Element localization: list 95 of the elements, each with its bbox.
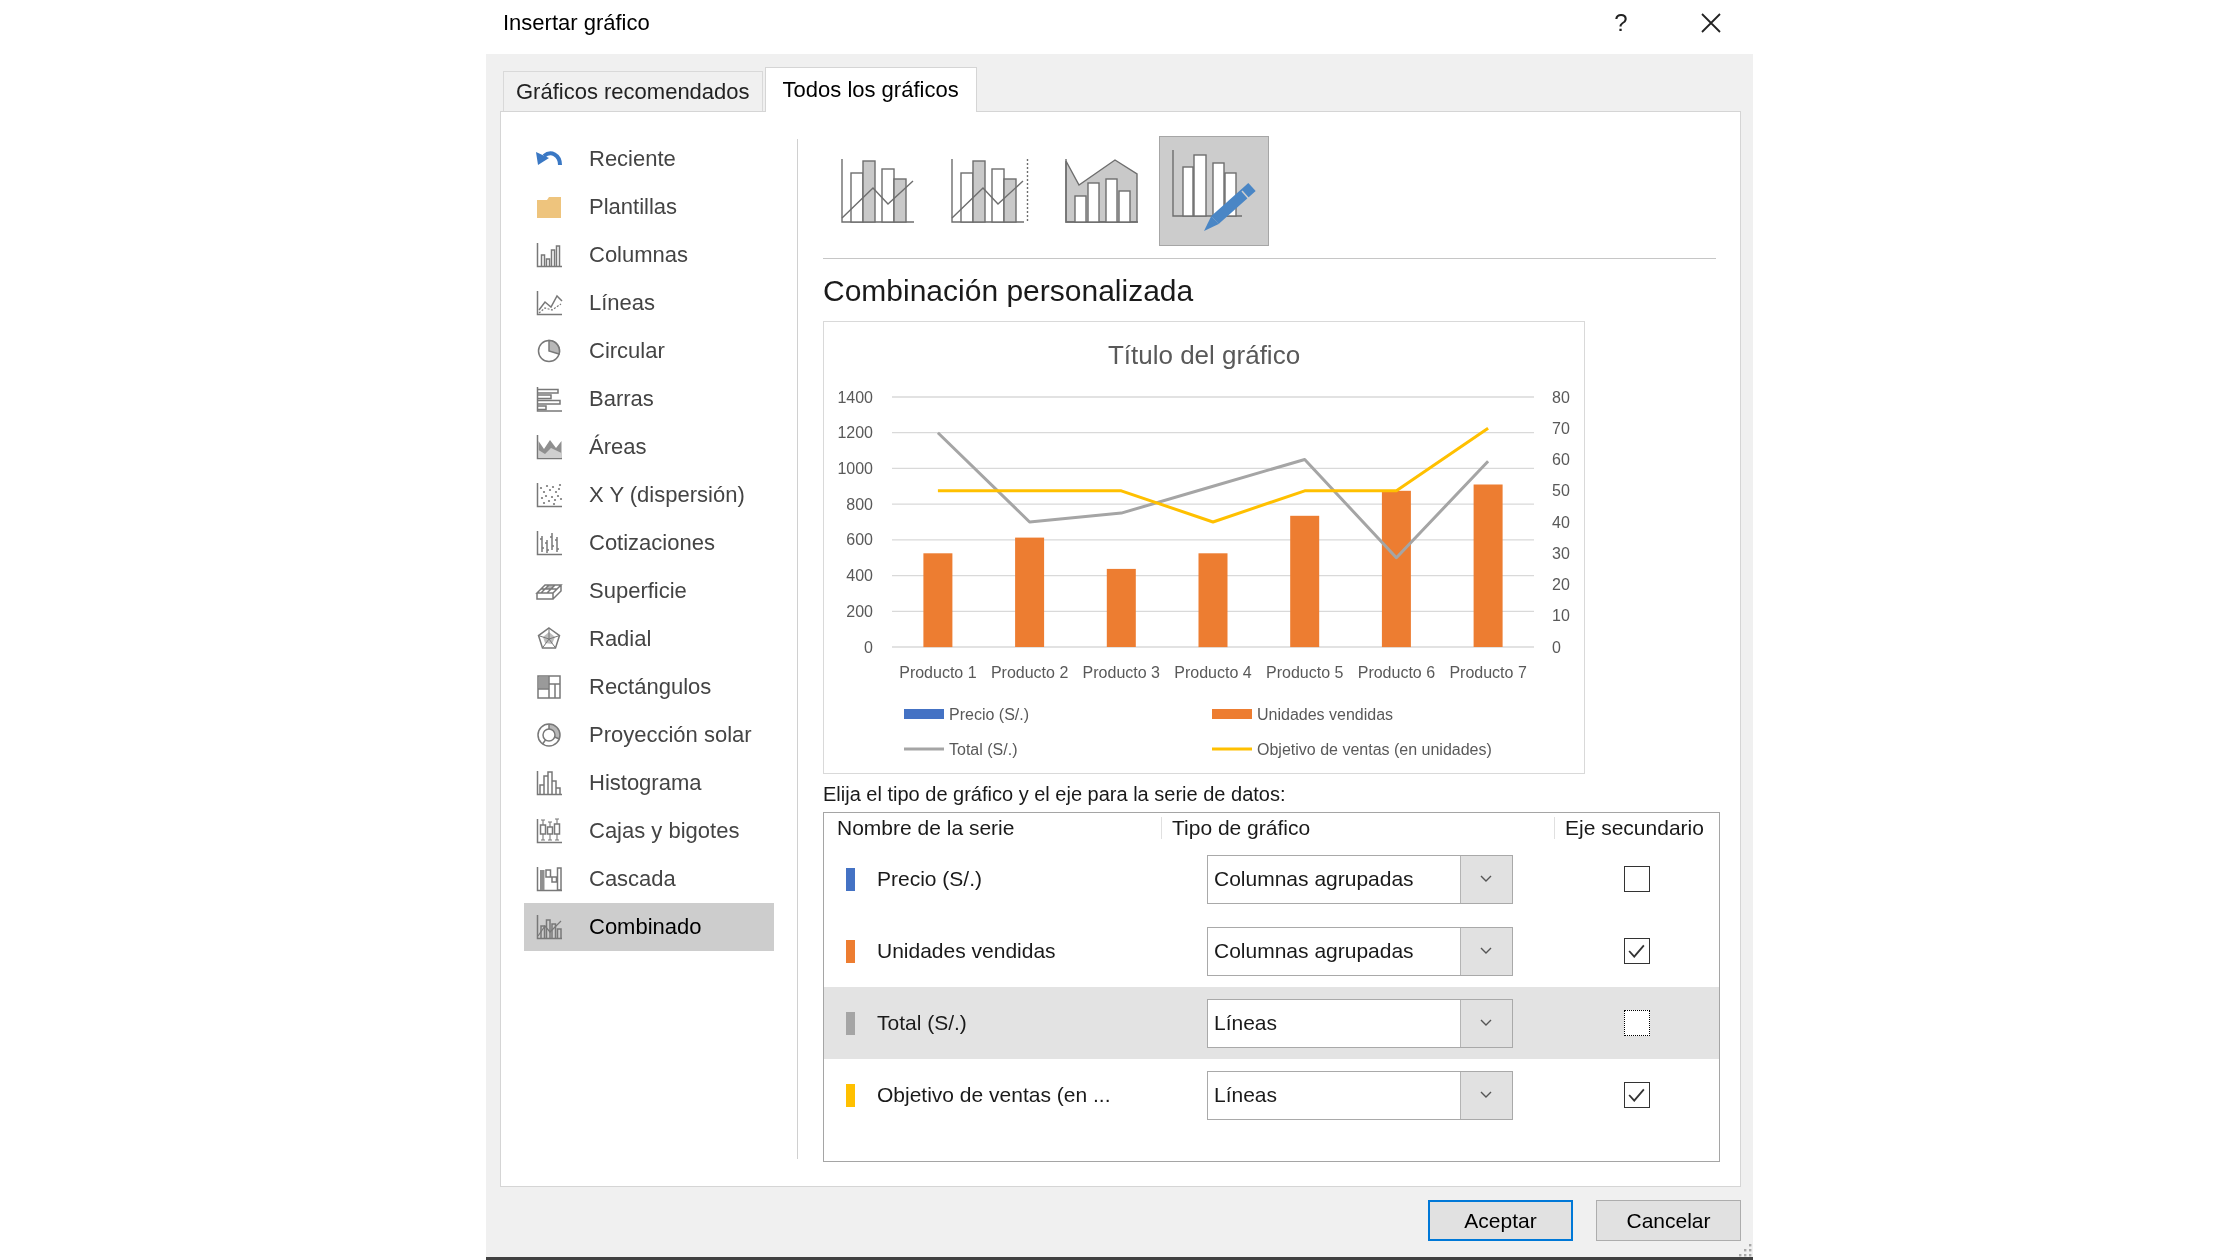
checkbox[interactable] xyxy=(1623,938,1650,964)
legend-label: Total (S/.) xyxy=(949,740,1018,758)
chart-category-item[interactable]: Cascada xyxy=(524,855,774,903)
instruction-text: Elija el tipo de gráfico y el eje para la serie de datos: xyxy=(823,782,1286,807)
axis-label: 40 xyxy=(1552,513,1570,531)
axis-label: 80 xyxy=(1552,388,1570,406)
axis-label: 200 xyxy=(846,602,873,620)
chart-category-item[interactable]: Radial xyxy=(524,615,774,663)
chevron-down-icon xyxy=(1460,927,1512,975)
chart-type-dropdown[interactable]: Líneas xyxy=(1207,998,1513,1048)
chart-category-item[interactable]: Combinado xyxy=(524,903,774,951)
legend-label: Unidades vendidas xyxy=(1257,705,1394,723)
series-name: Objetivo de ventas (en ... xyxy=(877,1082,1111,1108)
axis-label: 1200 xyxy=(837,424,873,442)
chart-category-item[interactable]: X Y (dispersión) xyxy=(524,471,774,519)
axis-label: 600 xyxy=(846,531,873,549)
chart-category-item[interactable]: Cajas y bigotes xyxy=(524,807,774,855)
area-column-chart-icon xyxy=(1065,159,1139,223)
axis-label: 1000 xyxy=(837,459,873,477)
column-chart-icon xyxy=(534,240,564,270)
category-label: Producto 5 xyxy=(1266,664,1344,681)
chart-category-item[interactable]: Superficie xyxy=(524,567,774,615)
column-header: Eje secundario xyxy=(1565,815,1704,841)
chart-category-item[interactable]: Proyección solar xyxy=(524,711,774,759)
chart-category-item[interactable]: Rectángulos xyxy=(524,663,774,711)
axis-label: 70 xyxy=(1552,419,1570,437)
column-header: Nombre de la serie xyxy=(837,815,1015,841)
axis-label: 30 xyxy=(1552,544,1570,562)
dialog-button[interactable]: Cancelar xyxy=(1596,1200,1741,1241)
legend-label: Objetivo de ventas (en unidades) xyxy=(1257,740,1492,758)
axis-label: 20 xyxy=(1552,576,1570,593)
resize-grip-icon[interactable] xyxy=(1738,1243,1752,1257)
chart-category-item[interactable]: Líneas xyxy=(524,279,774,327)
category-label: Producto 2 xyxy=(990,664,1069,681)
tab[interactable]: Todos los gráficos xyxy=(764,67,977,112)
axis-label: 0 xyxy=(1552,638,1561,656)
close-icon xyxy=(1701,13,1721,33)
category-label: Producto 7 xyxy=(1449,664,1527,681)
section-title: Combinación personalizada xyxy=(823,273,1194,309)
legend-label: Precio (S/.) xyxy=(949,705,1029,723)
chart-category-item[interactable]: Áreas xyxy=(524,423,774,471)
chart-category-item[interactable]: Cotizaciones xyxy=(524,519,774,567)
combo-chart-icon xyxy=(841,159,915,223)
checkbox[interactable] xyxy=(1623,866,1650,892)
series-name: Total (S/.) xyxy=(877,1010,967,1036)
series-row[interactable]: Total (S/.) Líneas xyxy=(824,987,1719,1059)
category-label: Producto 3 xyxy=(1082,664,1160,681)
combo-chart-icon xyxy=(534,912,564,942)
histogram-icon xyxy=(534,768,564,798)
chart-type-dropdown[interactable]: Columnas agrupadas xyxy=(1207,854,1513,904)
chart-type-dropdown[interactable]: Columnas agrupadas xyxy=(1207,926,1513,976)
axis-label: 1400 xyxy=(837,388,873,406)
chart-category-item[interactable]: Columnas xyxy=(524,231,774,279)
column-header: Tipo de gráfico xyxy=(1172,815,1311,841)
chart-category-item[interactable]: Histograma xyxy=(524,759,774,807)
chart-type-button[interactable] xyxy=(1159,136,1269,246)
series-name: Precio (S/.) xyxy=(877,866,983,892)
stock-chart-icon xyxy=(534,528,564,558)
chart-type-dropdown[interactable]: Líneas xyxy=(1207,1070,1513,1120)
treemap-icon xyxy=(534,672,564,702)
axis-label: 800 xyxy=(846,495,873,513)
chart-category-item[interactable]: Plantillas xyxy=(524,183,774,231)
chart-title: Título del gráfico xyxy=(1107,340,1301,370)
chevron-down-icon xyxy=(1460,999,1512,1047)
axis-label: 0 xyxy=(864,638,873,656)
category-label: Producto 6 xyxy=(1357,664,1436,681)
checkbox[interactable] xyxy=(1623,1082,1650,1108)
chart-category-item[interactable]: Circular xyxy=(524,327,774,375)
window-title: Insertar gráfico xyxy=(503,9,650,37)
axis-label: 50 xyxy=(1552,482,1570,500)
tab[interactable]: Gráficos recomendados xyxy=(503,71,763,111)
checkbox[interactable] xyxy=(1623,1010,1650,1036)
dialog-button[interactable]: Aceptar xyxy=(1428,1200,1573,1241)
sunburst-chart-icon xyxy=(534,720,564,750)
chevron-down-icon xyxy=(1460,855,1512,903)
series-name: Unidades vendidas xyxy=(877,938,1056,964)
category-label: Producto 1 xyxy=(899,664,977,681)
category-label: Producto 4 xyxy=(1174,664,1252,681)
axis-label: 60 xyxy=(1552,451,1570,468)
line-chart-icon xyxy=(534,288,564,318)
help-button[interactable]: ? xyxy=(1601,4,1641,42)
chevron-down-icon xyxy=(1460,1071,1512,1119)
scatter-plot-icon xyxy=(534,480,564,510)
bar-chart-icon xyxy=(534,384,564,414)
area-chart-icon xyxy=(534,432,564,462)
checkmark-icon xyxy=(1628,944,1645,958)
chart-category-item[interactable]: Reciente xyxy=(524,135,774,183)
axis-label: 400 xyxy=(846,567,873,585)
chart-pencil-icon xyxy=(1172,150,1256,232)
combo-chart-icon xyxy=(951,159,1029,223)
waterfall-chart-icon xyxy=(534,864,564,894)
checkmark-icon xyxy=(1628,1088,1645,1102)
box-plot-icon xyxy=(534,816,564,846)
chart-category-item[interactable]: Barras xyxy=(524,375,774,423)
axis-label: 10 xyxy=(1552,607,1570,625)
